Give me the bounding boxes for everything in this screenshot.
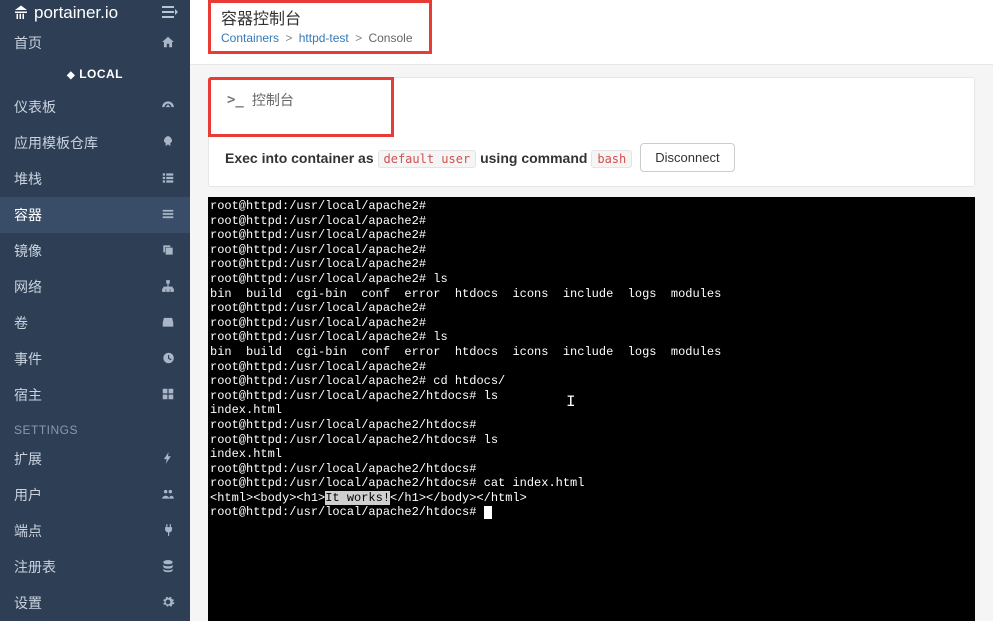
sidebar-item-th[interactable]: 宿主 <box>0 377 190 413</box>
crumb-container-name[interactable]: httpd-test <box>299 31 349 45</box>
sidebar-item-hdd[interactable]: 卷 <box>0 305 190 341</box>
exec-cmd-pill: bash <box>591 150 632 168</box>
sidebar-item-bars[interactable]: 容器 <box>0 197 190 233</box>
history-icon <box>160 351 176 368</box>
sidebar-item-label: 注册表 <box>14 557 56 577</box>
terminal-prompt-icon: >_ <box>227 92 244 108</box>
sidebar-item-label: 网络 <box>14 277 42 297</box>
terminal-output[interactable]: root@httpd:/usr/local/apache2# root@http… <box>208 197 975 621</box>
sidebar-item-label: 应用模板仓库 <box>14 133 98 153</box>
sidebar-item-tachometer[interactable]: 仪表板 <box>0 89 190 125</box>
text-cursor-icon: I <box>566 395 576 410</box>
panel-heading: >_ 控制台 <box>227 90 375 110</box>
bolt-icon <box>160 451 176 468</box>
sidebar-item-label: 容器 <box>14 205 42 225</box>
rocket-icon <box>160 135 176 152</box>
sidebar-item-label: 卷 <box>14 313 28 333</box>
exec-user-pill: default user <box>378 150 477 168</box>
sidebar-item-cog[interactable]: 设置 <box>0 585 190 621</box>
clone-icon <box>160 243 176 260</box>
sidebar-item-label: 镜像 <box>14 241 42 261</box>
main-area: 容器控制台 Containers > httpd-test > Console … <box>190 0 993 621</box>
crumb-containers[interactable]: Containers <box>221 31 279 45</box>
sidebar-item-label: 堆栈 <box>14 169 42 189</box>
sidebar-item-database[interactable]: 注册表 <box>0 549 190 585</box>
console-panel: >_ 控制台 Exec into container as default us… <box>208 77 975 187</box>
title-highlight-box: 容器控制台 Containers > httpd-test > Console <box>208 0 432 54</box>
sidebar-item-label: 端点 <box>14 521 42 541</box>
sidebar-item-home[interactable]: 首页 <box>0 25 190 61</box>
th-icon <box>160 387 176 404</box>
sidebar-item-rocket[interactable]: 应用模板仓库 <box>0 125 190 161</box>
sidebar-item-label: 事件 <box>14 349 42 369</box>
plug-icon <box>160 523 176 540</box>
sidebar-item-label: 扩展 <box>14 449 42 469</box>
tachometer-icon <box>160 99 176 116</box>
brand-logo[interactable]: portainer.io <box>12 3 118 23</box>
sidebar: portainer.io 首页 LOCAL 仪表板应用模板仓库堆栈容器镜像网络卷… <box>0 0 190 621</box>
page-header: 容器控制台 Containers > httpd-test > Console <box>190 0 993 65</box>
sidebar-collapse-icon[interactable] <box>162 5 178 21</box>
portainer-icon <box>12 4 30 22</box>
settings-heading: SETTINGS <box>0 413 190 441</box>
bars-icon <box>160 207 176 224</box>
sidebar-item-clone[interactable]: 镜像 <box>0 233 190 269</box>
exec-row: Exec into container as default user usin… <box>209 137 974 172</box>
database-icon <box>160 559 176 576</box>
page-title: 容器控制台 <box>221 5 413 29</box>
home-icon <box>160 35 176 52</box>
hdd-icon <box>160 315 176 332</box>
env-label: LOCAL <box>0 61 190 89</box>
sidebar-item-plug[interactable]: 端点 <box>0 513 190 549</box>
sidebar-item-bolt[interactable]: 扩展 <box>0 441 190 477</box>
sidebar-item-users[interactable]: 用户 <box>0 477 190 513</box>
panel-head-highlight-box: >_ 控制台 <box>208 77 394 137</box>
sidebar-item-label: 仪表板 <box>14 97 56 117</box>
sidebar-item-history[interactable]: 事件 <box>0 341 190 377</box>
sidebar-item-label: 设置 <box>14 593 42 613</box>
sidebar-item-th-list[interactable]: 堆栈 <box>0 161 190 197</box>
th-list-icon <box>160 171 176 188</box>
sidebar-item-sitemap[interactable]: 网络 <box>0 269 190 305</box>
sitemap-icon <box>160 279 176 296</box>
sidebar-item-label: 用户 <box>14 485 42 505</box>
users-icon <box>160 487 176 504</box>
cog-icon <box>160 595 176 612</box>
disconnect-button[interactable]: Disconnect <box>640 143 734 172</box>
sidebar-item-label: 宿主 <box>14 385 42 405</box>
breadcrumb: Containers > httpd-test > Console <box>221 31 413 45</box>
crumb-current: Console <box>368 31 412 45</box>
